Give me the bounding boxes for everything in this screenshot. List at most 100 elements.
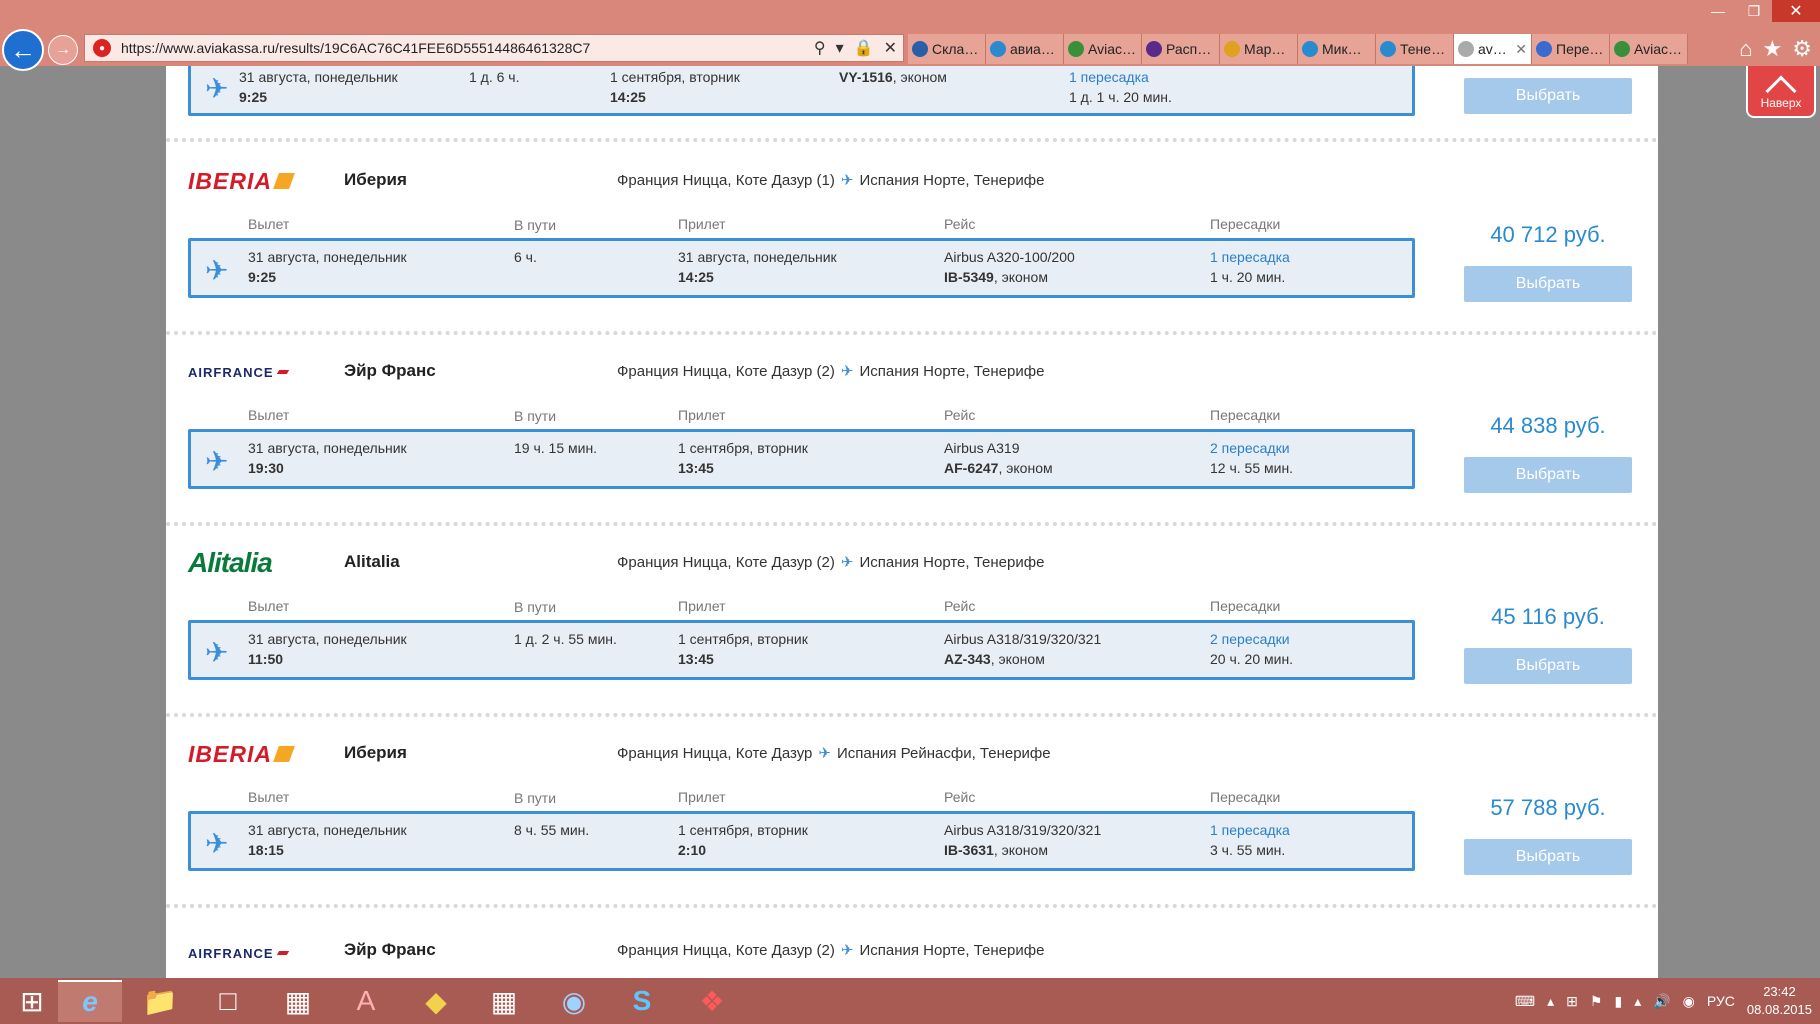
select-button[interactable]: Выбрать [1464, 457, 1632, 493]
price: 57 788 руб. [1490, 795, 1606, 820]
browser-chrome: — ❐ ✕ ← → ● https://www.aviakassa.ru/res… [0, 0, 1820, 71]
transfers-link[interactable]: 1 пересадка [1210, 247, 1290, 267]
plane-icon: ✈ [840, 363, 854, 380]
skype-icon: S [632, 985, 652, 1016]
flight-cell: Airbus A318/319/320/321 IB-3631, эконом [944, 820, 1101, 860]
arrival-date: 1 сентября, вторник [678, 822, 808, 838]
taskbar-browser2[interactable]: ◉ [542, 980, 606, 1022]
duration-cell: 19 ч. 15 мин. [514, 440, 598, 456]
price: 40 712 руб. [1490, 222, 1606, 247]
flight-details-box[interactable]: ✈ 31 августа, понедельник 9:25 6 ч. 31 а… [188, 238, 1415, 298]
taskbar-access[interactable]: A [334, 980, 398, 1022]
browser-tab[interactable]: Мик… [1298, 34, 1376, 64]
back-button[interactable]: ← [2, 29, 44, 71]
price: 45 116 руб. [1491, 604, 1605, 629]
departure-cell: 31 августа, понедельник 9:25 [248, 247, 407, 287]
price: 44 838 руб. [1490, 413, 1606, 438]
taskbar-skype[interactable]: S [610, 980, 674, 1022]
arrival-cell: 1 сентября, вторник 13:45 [678, 629, 808, 669]
address-bar[interactable]: ● https://www.aviakassa.ru/results/19C6A… [84, 34, 904, 62]
plane-icon: ✈ [840, 172, 854, 189]
forward-button[interactable]: → [48, 35, 78, 65]
result-card: IBERIA Иберия Франция Ницца, Коте Дазур ✈… [166, 719, 1658, 910]
battery-icon[interactable]: ▮ [1614, 993, 1622, 1010]
route-from: Франция Ницца, Коте Дазур (2) [617, 363, 835, 380]
flight-details-box[interactable]: ✈ 31 августа, понедельник 11:50 1 д. 2 ч… [188, 620, 1415, 680]
stop-icon[interactable]: ✕ [884, 38, 897, 58]
restore-icon[interactable]: ❐ [1736, 0, 1772, 22]
airline-logo: AIRFRANCE [188, 359, 296, 385]
taskbar-app[interactable]: □ [196, 980, 260, 1022]
transfers-link[interactable]: 1 пересадка [1210, 820, 1290, 840]
minimize-icon[interactable]: — [1700, 0, 1736, 22]
windows-flag-icon[interactable]: ⊞ [1566, 993, 1578, 1010]
browser-tab[interactable]: авиа… [986, 34, 1064, 64]
taskbar-explorer[interactable]: 📁 [128, 980, 192, 1022]
close-window-icon[interactable]: ✕ [1772, 0, 1820, 22]
browser-tab[interactable]: Тене… [1376, 34, 1454, 64]
plane-icon: ✈ [205, 637, 229, 668]
home-icon[interactable]: ⌂ [1739, 36, 1752, 62]
flight-details-box[interactable]: ✈ 31 августа, понедельник 18:15 8 ч. 55 … [188, 811, 1415, 871]
col-header-transfers: Пересадки [1210, 216, 1281, 232]
browser-tab[interactable]: Пере… [1532, 34, 1610, 64]
col-header-arrival: Прилет [678, 598, 726, 614]
fare-class: , эконом [993, 842, 1048, 858]
tab-label: Расп… [1166, 41, 1212, 57]
transfers-link[interactable]: 1 пересадка [1069, 67, 1172, 87]
tab-favicon-icon [1536, 41, 1552, 57]
taskbar-ie[interactable]: e [58, 980, 122, 1022]
volume-icon[interactable]: 🔊 [1653, 993, 1670, 1010]
browser-tab[interactable]: av… ✕ [1454, 34, 1532, 64]
taskbar-batman[interactable]: ◆ [404, 980, 468, 1022]
tab-label: Тене… [1400, 41, 1446, 57]
select-button[interactable]: Выбрать [1464, 78, 1632, 114]
plane-icon: ✈ [205, 73, 229, 104]
flight-details-box[interactable]: ✈ 31 августа, понедельник 9:25 1 д. 6 ч.… [188, 66, 1415, 116]
search-icon[interactable]: ⚲ [814, 38, 826, 58]
back-to-top-button[interactable]: Наверх [1746, 66, 1816, 118]
browser-tab[interactable]: Расп… [1142, 34, 1220, 64]
select-button[interactable]: Выбрать [1464, 266, 1632, 302]
route: Франция Ницца, Коте Дазур (1) ✈ Испания Но… [617, 171, 1044, 189]
taskbar-network[interactable]: ▦ [266, 980, 330, 1022]
transfers-link[interactable]: 2 пересадки [1210, 629, 1293, 649]
fare-class: , эконом [993, 269, 1048, 285]
transfers-link[interactable]: 2 пересадки [1210, 438, 1293, 458]
result-card: AIRFRANCE Эйр Франс Франция Ницца, Коте … [166, 337, 1658, 528]
browser-tab[interactable]: Мар… [1220, 34, 1298, 64]
star-icon[interactable]: ★ [1763, 36, 1783, 62]
address-tools: ⚲ ▾ 🔒 ✕ [814, 38, 897, 58]
gear-icon[interactable]: ⚙ [1792, 36, 1812, 62]
action-center-icon[interactable]: ⚑ [1590, 993, 1603, 1010]
flight-details-box[interactable]: ✈ 31 августа, понедельник 19:30 19 ч. 15… [188, 429, 1415, 489]
connection-icon[interactable]: ◉ [1683, 993, 1695, 1010]
language-indicator[interactable]: РУС [1707, 993, 1735, 1009]
signal-icon[interactable]: ▴ [1634, 993, 1641, 1010]
select-button[interactable]: Выбрать [1464, 648, 1632, 684]
departure-date: 31 августа, понедельник [248, 249, 407, 265]
lock-icon[interactable]: 🔒 [854, 38, 874, 58]
airline-name: Alitalia [344, 552, 400, 571]
select-button[interactable]: Выбрать [1464, 839, 1632, 875]
duration-cell: 1 д. 6 ч. [469, 69, 520, 85]
col-header-arrival: Прилет [678, 407, 726, 423]
taskbar-calculator[interactable]: ▦ [472, 980, 536, 1022]
chevron-up-icon[interactable]: ▴ [1547, 993, 1554, 1010]
keyboard-icon[interactable]: ⌨ [1515, 993, 1535, 1010]
notebook-icon: □ [219, 985, 237, 1016]
clock[interactable]: 23:42 08.08.2015 [1747, 983, 1812, 1019]
departure-date: 31 августа, понедельник [239, 69, 398, 85]
window-controls: — ❐ ✕ [1700, 0, 1820, 24]
start-button[interactable]: ⊞ [0, 980, 64, 1022]
route-to: Испания Норте, Тенерифе [859, 172, 1045, 189]
dropdown-icon[interactable]: ▾ [836, 38, 844, 58]
globe-icon: ◉ [561, 985, 587, 1017]
departure-date: 31 августа, понедельник [248, 822, 407, 838]
browser-tab[interactable]: Aviac… [1610, 34, 1688, 64]
folder-icon: 📁 [142, 985, 178, 1017]
taskbar-acrobat[interactable]: ❖ [680, 980, 744, 1022]
tab-close-icon[interactable]: ✕ [1515, 41, 1527, 58]
browser-tab[interactable]: Aviac… [1064, 34, 1142, 64]
browser-tab[interactable]: Скла… [908, 34, 986, 64]
